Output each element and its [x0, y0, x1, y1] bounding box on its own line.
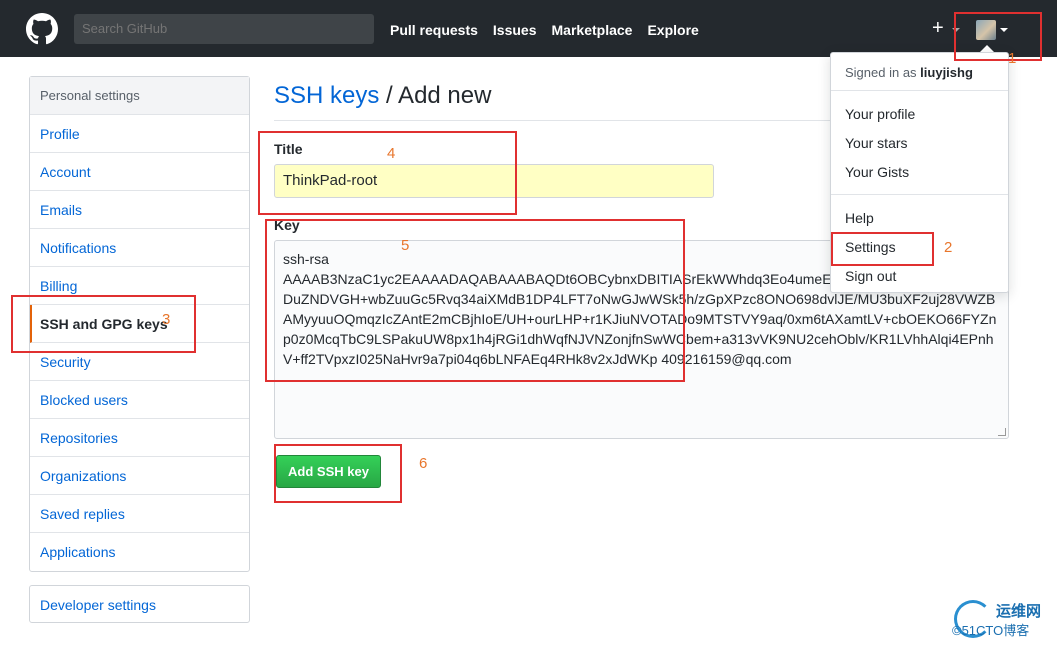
annotation-box-4	[258, 131, 517, 215]
menu-your-profile[interactable]: Your profile	[845, 106, 915, 122]
username: liuyjishg	[920, 65, 973, 80]
plus-icon[interactable]: +	[932, 18, 944, 38]
watermark-bottom: ©51CTO博客	[952, 623, 1030, 638]
sidebar-item-developer-settings[interactable]: Developer settings	[29, 585, 250, 623]
annotation-number-3: 3	[162, 311, 171, 328]
annotation-box-1	[954, 12, 1042, 61]
nav-issues[interactable]: Issues	[493, 22, 537, 38]
nav-pull-requests[interactable]: Pull requests	[390, 22, 478, 38]
annotation-box-2	[831, 232, 934, 266]
annotation-number-4: 4	[387, 145, 396, 162]
sidebar-item-profile[interactable]: Profile	[30, 115, 249, 153]
nav-marketplace[interactable]: Marketplace	[552, 22, 633, 38]
menu-help[interactable]: Help	[845, 210, 874, 226]
sidebar-item-blocked-users[interactable]: Blocked users	[30, 381, 249, 419]
breadcrumb-current: / Add new	[379, 82, 492, 109]
signed-in-prefix: Signed in as	[845, 65, 921, 80]
menu-sign-out[interactable]: Sign out	[845, 268, 896, 284]
watermark-top: 运维网	[996, 603, 1042, 620]
resize-handle-icon[interactable]	[998, 428, 1006, 436]
sidebar-item-emails[interactable]: Emails	[30, 191, 249, 229]
annotation-number-5: 5	[401, 237, 410, 254]
sidebar-item-applications[interactable]: Applications	[30, 533, 249, 571]
menu-your-stars[interactable]: Your stars	[845, 135, 908, 151]
signed-in-as: Signed in as liuyjishg	[845, 65, 973, 80]
page-title: SSH keys / Add new	[274, 82, 491, 110]
sidebar-item-repositories[interactable]: Repositories	[30, 419, 249, 457]
annotation-number-1: 1	[1008, 50, 1017, 67]
menu-your-gists[interactable]: Your Gists	[845, 164, 909, 180]
search-input[interactable]	[74, 14, 374, 44]
annotation-box-5	[265, 219, 685, 382]
top-header: Pull requests Issues Marketplace Explore…	[0, 0, 1057, 57]
sidebar-item-account[interactable]: Account	[30, 153, 249, 191]
sidebar-item-saved-replies[interactable]: Saved replies	[30, 495, 249, 533]
breadcrumb-ssh-keys[interactable]: SSH keys	[274, 82, 379, 109]
annotation-number-6: 6	[419, 455, 428, 472]
header-nav: Pull requests Issues Marketplace Explore	[390, 22, 714, 38]
sidebar-item-organizations[interactable]: Organizations	[30, 457, 249, 495]
dropdown-divider	[831, 194, 1008, 195]
sidebar-item-notifications[interactable]: Notifications	[30, 229, 249, 267]
github-logo-icon[interactable]	[26, 13, 58, 45]
nav-explore[interactable]: Explore	[647, 22, 698, 38]
watermark: 运维网 ©51CTO博客	[952, 598, 1052, 642]
dropdown-divider	[831, 90, 1008, 91]
annotation-number-2: 2	[944, 239, 953, 256]
annotation-box-6	[274, 444, 402, 503]
sidebar-heading: Personal settings	[30, 77, 249, 115]
